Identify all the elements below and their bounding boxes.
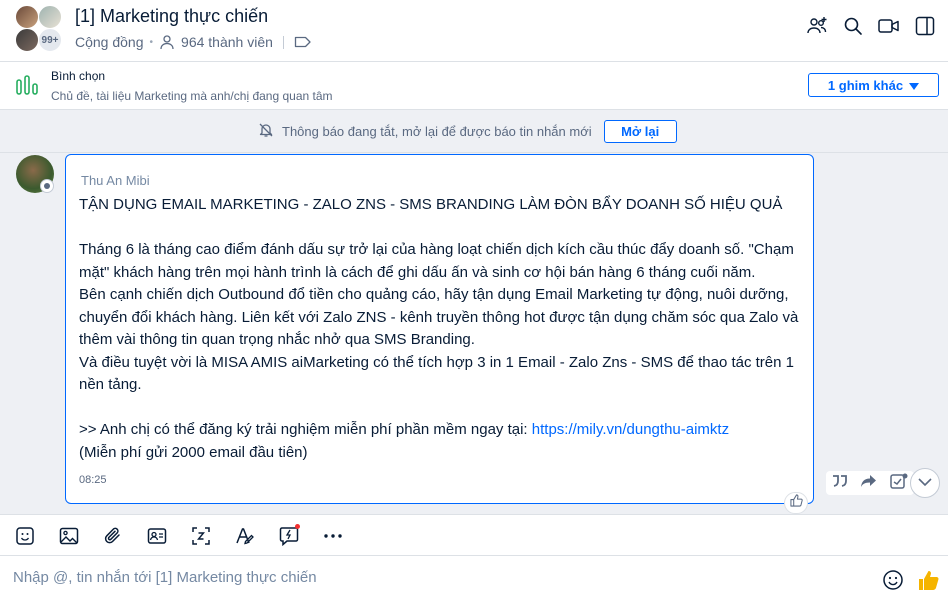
- more-tools-icon[interactable]: [321, 524, 344, 547]
- member-avatar: [15, 5, 39, 29]
- reopen-notifications-button[interactable]: Mở lại: [603, 120, 677, 143]
- composer-toolbar: [0, 514, 948, 556]
- conversation-title[interactable]: [1] Marketing thực chiến: [75, 6, 268, 27]
- member-overflow-count: 99+: [38, 28, 62, 52]
- message-input[interactable]: [13, 566, 853, 588]
- message-list[interactable]: Thu An Mibi TẬN DỤNG EMAIL MARKETING - Z…: [0, 153, 948, 514]
- community-label: Cộng đồng: [75, 34, 144, 50]
- message-text: TẬN DỤNG EMAIL MARKETING - ZALO ZNS - SM…: [79, 194, 800, 464]
- more-options-icon[interactable]: [890, 473, 908, 494]
- message-actions: [826, 471, 914, 495]
- notice-text: Thông báo đang tắt, mở lại để được báo t…: [282, 124, 592, 139]
- cta-prefix: >> Anh chị có thể đăng ký trải nghiệm mi…: [79, 421, 532, 438]
- member-avatar: [38, 5, 62, 29]
- message-bubble[interactable]: Thu An Mibi TẬN DỤNG EMAIL MARKETING - Z…: [65, 154, 814, 504]
- poll-icon: [15, 74, 39, 101]
- header-actions: [806, 15, 936, 37]
- bell-off-icon: [258, 122, 274, 141]
- pinned-title: Bình chọn: [51, 69, 106, 83]
- scroll-to-bottom-button[interactable]: [910, 468, 940, 498]
- community-badge-icon: [40, 179, 54, 193]
- pinned-description: Chủ đề, tài liệu Marketing mà anh/chị đa…: [51, 89, 333, 103]
- message-composer: [0, 556, 948, 596]
- message-paragraph: Bên cạnh chiến dịch Outbound đổ tiền cho…: [79, 286, 799, 348]
- divider: [282, 35, 284, 49]
- group-avatar[interactable]: 99+: [14, 4, 64, 54]
- forward-icon[interactable]: [860, 474, 878, 493]
- pinned-bar[interactable]: Bình chọn Chủ đề, tài liệu Marketing mà …: [0, 62, 948, 110]
- text-format-icon[interactable]: [233, 524, 256, 547]
- more-pins-button[interactable]: 1 ghim khác: [808, 73, 939, 97]
- message-timestamp: 08:25: [79, 474, 107, 486]
- notification-off-banner: Thông báo đang tắt, mở lại để được báo t…: [0, 110, 948, 153]
- reaction-button[interactable]: [784, 492, 808, 514]
- more-pins-label: 1 ghim khác: [827, 77, 904, 93]
- thumbs-up-icon: [789, 494, 803, 512]
- sidebar-toggle-icon[interactable]: [914, 15, 936, 37]
- quote-reply-icon[interactable]: [832, 474, 848, 493]
- message-note: (Miễn phí gửi 2000 email đầu tiên): [79, 443, 308, 461]
- add-member-icon[interactable]: [806, 15, 828, 37]
- members-count[interactable]: 964 thành viên: [181, 34, 273, 50]
- conversation-subtitle: Cộng đồng • 964 thành viên: [75, 34, 312, 50]
- sticker-icon[interactable]: [13, 524, 36, 547]
- message-paragraph: Và điều tuyệt vời là MISA AMIS aiMarketi…: [79, 353, 794, 394]
- caret-down-icon: [909, 78, 920, 93]
- quick-message-icon[interactable]: [277, 524, 300, 547]
- image-icon[interactable]: [57, 524, 80, 547]
- search-icon[interactable]: [842, 15, 864, 37]
- quick-like-icon[interactable]: [916, 567, 942, 593]
- tag-icon[interactable]: [294, 35, 312, 49]
- screenshot-icon[interactable]: [189, 524, 212, 547]
- message-cta: >> Anh chị có thể đăng ký trải nghiệm mi…: [79, 419, 800, 442]
- separator-dot: •: [149, 36, 154, 48]
- sender-name[interactable]: Thu An Mibi: [81, 173, 800, 188]
- signup-link[interactable]: https://mily.vn/dungthu-aimktz: [532, 421, 729, 438]
- new-feature-dot: [295, 524, 300, 529]
- member-avatar: [15, 28, 39, 52]
- attachment-icon[interactable]: [101, 524, 124, 547]
- chevron-down-icon: [918, 474, 932, 492]
- message-paragraph: Tháng 6 là tháng cao điểm đánh dấu sự tr…: [79, 241, 794, 281]
- emoji-icon[interactable]: [882, 569, 904, 591]
- message-headline: TẬN DỤNG EMAIL MARKETING - ZALO ZNS - SM…: [79, 196, 783, 213]
- contact-card-icon[interactable]: [145, 524, 168, 547]
- members-icon: [159, 34, 175, 50]
- conversation-header: 99+ [1] Marketing thực chiến Cộng đồng •…: [0, 0, 948, 62]
- video-call-icon[interactable]: [878, 15, 900, 37]
